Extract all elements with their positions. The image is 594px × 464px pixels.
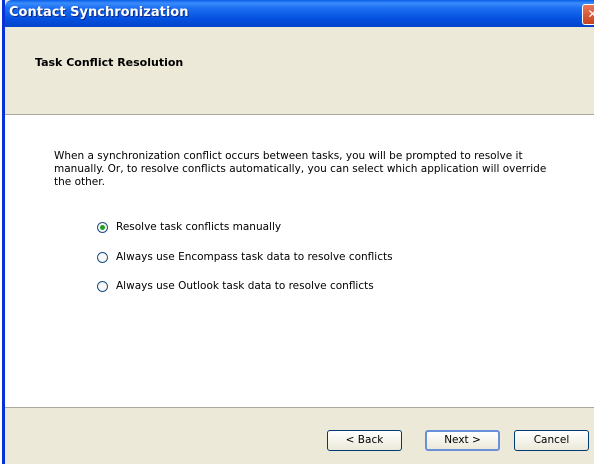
close-icon[interactable]: ✕ [582,4,594,25]
radio-option-manual[interactable]: Resolve task conflicts manually [97,219,281,235]
back-button[interactable]: < Back [327,430,402,451]
radio-label: Always use Encompass task data to resolv… [116,251,393,263]
window-title: Contact Synchronization [9,5,189,20]
radio-option-encompass[interactable]: Always use Encompass task data to resolv… [97,249,393,265]
radio-button[interactable] [97,221,108,233]
page-title: Task Conflict Resolution [35,56,184,69]
radio-label: Resolve task conflicts manually [116,221,282,233]
next-button[interactable]: Next > [425,430,500,451]
description-text: When a synchronization conflict occurs b… [54,150,547,188]
title-bar[interactable]: Contact Synchronization ✕ [5,0,594,27]
content-panel: When a synchronization conflict occurs b… [5,115,594,408]
radio-button[interactable] [97,251,108,263]
dialog-window: Contact Synchronization ✕ Task Conflict … [2,0,594,464]
cancel-button[interactable]: Cancel [514,430,589,451]
button-bar: < Back Next > Cancel [5,408,594,464]
header-panel: Task Conflict Resolution [5,27,594,115]
radio-label: Always use Outlook task data to resolve … [116,280,374,292]
radio-option-outlook[interactable]: Always use Outlook task data to resolve … [97,278,374,294]
radio-button[interactable] [97,280,108,292]
